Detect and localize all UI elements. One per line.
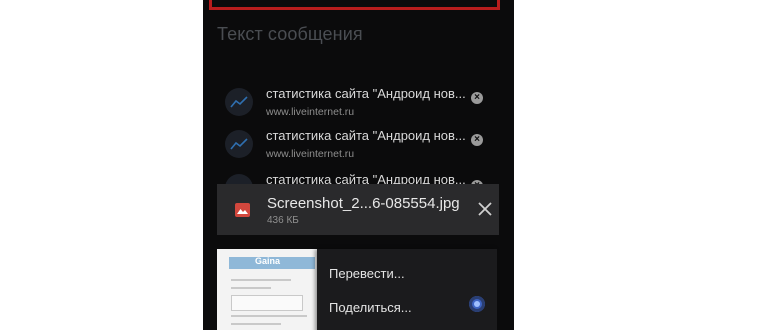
remove-attachment-icon[interactable]: × (471, 134, 483, 146)
screenshot-canvas: Текст сообщения статистика сайта "Андрои… (0, 0, 770, 330)
attachment-title: статистика сайта "Андроид нов... (266, 128, 466, 143)
phone-screen: Текст сообщения статистика сайта "Андрои… (203, 0, 514, 330)
thumbnail-logo-text: Gaina (255, 256, 281, 266)
chart-icon (225, 88, 253, 116)
attachment-link-item[interactable]: статистика сайта "Андроид нов... www.liv… (225, 128, 495, 166)
thumbnail-line (231, 315, 307, 317)
message-body-placeholder[interactable]: Текст сообщения (217, 24, 363, 45)
file-size: 436 КБ (267, 215, 299, 226)
share-app-icon[interactable] (469, 296, 485, 312)
screenshot-thumbnail: Gaina (217, 249, 317, 330)
file-attachment-card[interactable]: Screenshot_2...6-085554.jpg 436 КБ (217, 184, 499, 235)
attachment-title: статистика сайта "Андроид нов... (266, 86, 466, 101)
menu-item-translate[interactable]: Перевести... (329, 266, 405, 281)
attachment-url: www.liveinternet.ru (266, 106, 355, 118)
chart-icon (225, 130, 253, 158)
thumbnail-line (231, 323, 281, 325)
attachment-link-item[interactable]: статистика сайта "Андроид нов... www.liv… (225, 86, 495, 124)
attachment-url: www.liveinternet.ru (266, 148, 355, 160)
thumbnail-box (231, 295, 303, 311)
image-file-icon (235, 203, 250, 217)
thumbnail-line (231, 279, 291, 281)
menu-item-share[interactable]: Поделиться... (329, 300, 412, 315)
file-name: Screenshot_2...6-085554.jpg (267, 195, 460, 212)
close-icon[interactable] (475, 199, 495, 219)
thumbnail-line (231, 287, 271, 289)
image-preview[interactable]: Gaina Перевести... Поделиться... (217, 249, 497, 330)
highlighted-subject-field[interactable] (209, 0, 500, 10)
remove-attachment-icon[interactable]: × (471, 92, 483, 104)
context-menu: Перевести... Поделиться... (317, 249, 497, 330)
